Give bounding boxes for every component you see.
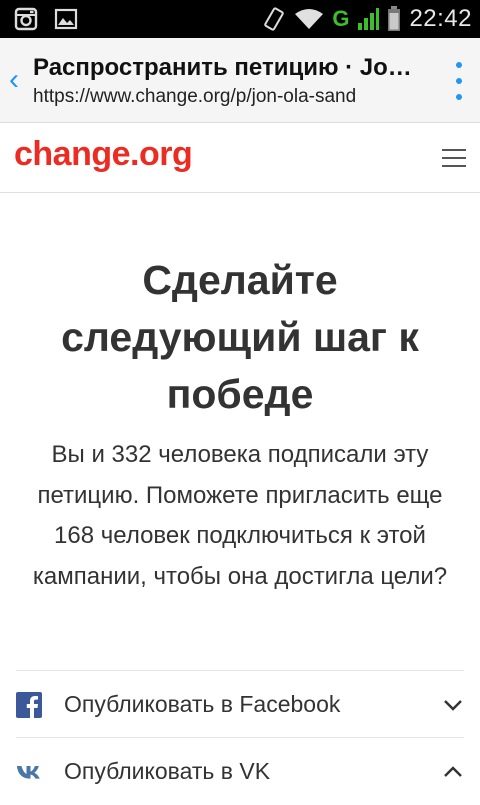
- back-chevron-icon[interactable]: ‹: [6, 65, 22, 95]
- vk-icon: [17, 765, 40, 779]
- vibrate-icon: [264, 7, 285, 31]
- page-url[interactable]: https://www.change.org/p/jon-ola-sand: [33, 86, 423, 108]
- facebook-icon: [16, 691, 42, 718]
- chevron-down-icon[interactable]: [442, 694, 464, 716]
- clock: 22:42: [409, 5, 472, 32]
- site-header: change.org: [0, 123, 480, 193]
- browser-toolbar: ‹ Распространить петицию · Jon-Ola Sand …: [0, 38, 480, 123]
- chevron-up-icon[interactable]: [442, 761, 464, 783]
- status-bar: G 22:42: [0, 0, 480, 38]
- hamburger-menu-icon[interactable]: [442, 149, 466, 167]
- change-org-logo[interactable]: change.org: [14, 135, 193, 174]
- overflow-menu-icon[interactable]: [452, 62, 466, 100]
- signal-icon: [358, 8, 380, 30]
- instagram-icon: [14, 7, 38, 31]
- network-type-label: G: [332, 6, 350, 31]
- share-facebook-row[interactable]: Опубликовать в Facebook: [16, 670, 464, 738]
- battery-icon: [388, 6, 401, 31]
- headline: Сделайте следующий шаг к победе: [61, 257, 419, 417]
- wifi-icon: [295, 9, 324, 29]
- share-vk-row[interactable]: Опубликовать в VK: [16, 737, 464, 805]
- page-title: Распространить петицию · Jon-Ola Sand: [33, 54, 418, 81]
- image-icon: [54, 8, 78, 30]
- share-vk-label: Опубликовать в VK: [64, 758, 271, 784]
- body-text: Вы и 332 человека подписали эту петицию.…: [32, 441, 448, 590]
- share-facebook-label: Опубликовать в Facebook: [64, 691, 341, 717]
